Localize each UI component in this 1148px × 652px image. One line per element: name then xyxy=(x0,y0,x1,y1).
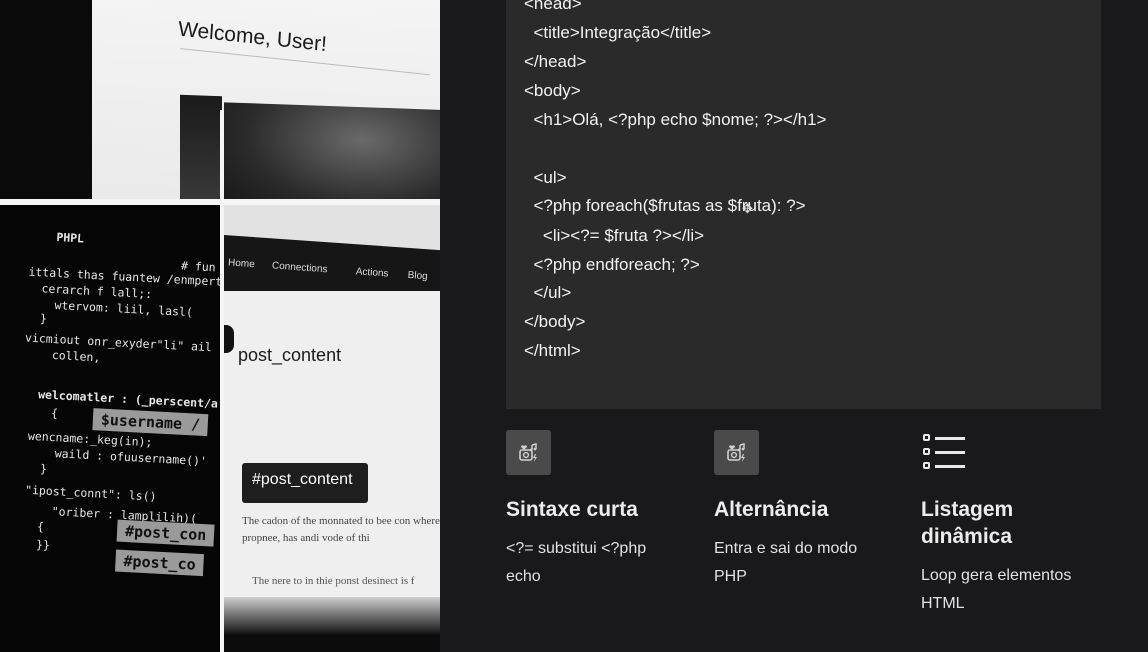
feature-title: dinâmica xyxy=(921,525,1013,548)
feature-title: Listagem xyxy=(921,498,1014,521)
code-line: <li><?= $fruta ?></li> xyxy=(524,226,705,245)
list-icon xyxy=(921,430,967,476)
feature-description: HTML xyxy=(921,595,965,612)
hero-collage-image: Welcome, User! PHPL # fun ittals thas fu… xyxy=(0,0,440,652)
collage-divider xyxy=(220,110,224,652)
welcome-photo-right xyxy=(224,102,440,200)
code-art-line: waild : ofuusername()' xyxy=(26,444,208,469)
code-line: <?php foreach($frutas as $fruta): ?> xyxy=(524,196,806,215)
welcome-photo-left xyxy=(180,94,222,200)
code-art-line: wtervom: liil, lasl( xyxy=(26,296,194,320)
media-icon xyxy=(714,430,759,475)
app-corner-shape xyxy=(224,325,234,353)
collage-code-tile: PHPL # fun ittals thas fuantew /enmperti… xyxy=(0,205,220,652)
code-art-line: }} xyxy=(21,536,51,553)
app-paragraph: The cadon of the monnated to bee con whe… xyxy=(242,515,440,544)
feature-description: echo xyxy=(506,568,541,585)
code-line: <ul> xyxy=(524,168,567,187)
code-art: PHPL # fun ittals thas fuantew /enmperti… xyxy=(0,205,220,652)
code-art-line: "ipost_connt": ls() xyxy=(24,482,157,504)
media-icon xyxy=(506,430,551,475)
code-line: </head> xyxy=(524,52,587,71)
nav-item: Blog xyxy=(407,269,428,283)
app-bottom-fade xyxy=(224,597,440,652)
code-highlight-username: $username / xyxy=(92,408,209,437)
code-line: </ul> xyxy=(524,283,572,302)
code-art-line: collen, xyxy=(23,346,101,365)
code-line: <body> xyxy=(524,81,581,100)
feature-description: PHP xyxy=(714,568,747,585)
mouse-cursor-icon: ✥ xyxy=(742,202,753,217)
code-art-line: } xyxy=(25,460,48,476)
code-line: <h1>Olá, <?php echo $nome; ?></h1> xyxy=(524,110,827,129)
feature-description: <?= substitui <?php xyxy=(506,540,647,557)
code-highlight-post-content: #post_con xyxy=(116,519,215,547)
code-art-line: } xyxy=(25,310,48,326)
feature-title: Sintaxe curta xyxy=(506,498,638,521)
feature-description: Entra e sai do modo xyxy=(714,540,858,557)
nav-item: Connections xyxy=(271,260,328,276)
code-art-line: PHPL xyxy=(56,230,85,246)
feature-listagem-dinamica: Listagem dinâmica Loop gera elementos HT… xyxy=(921,430,1111,612)
code-line: <head> xyxy=(524,0,582,13)
code-line: </body> xyxy=(524,312,586,331)
code-line: <?php endforeach; ?> xyxy=(524,255,700,274)
code-art-line: { xyxy=(36,405,59,421)
code-block: <head> <title>Integração</title> </head>… xyxy=(506,0,1101,409)
feature-description: Loop gera elementos xyxy=(921,567,1072,584)
welcome-screen: Welcome, User! xyxy=(92,0,440,200)
code-art-line: { xyxy=(22,518,45,534)
feature-sintaxe-curta: Sintaxe curta <?= substitui <?php echo xyxy=(506,430,696,585)
nav-item: Home xyxy=(227,257,256,271)
feature-title: Alternância xyxy=(714,498,829,521)
code-highlight-post-content: #post_co xyxy=(114,549,205,577)
app-tag-pill: #post_content xyxy=(242,463,368,503)
code-line: </html> xyxy=(524,341,581,360)
feature-alternancia: Alternância Entra e sai do modo PHP xyxy=(714,430,904,585)
nav-item: Actions xyxy=(355,266,389,280)
app-paragraph: The nere to in thie ponst desinect is f xyxy=(252,575,415,587)
collage-app-tile: Home Connections Actions Blog post_conte… xyxy=(224,205,440,652)
code-art-line: welcomatler : (_perscent/a xyxy=(37,387,219,411)
code-line: <title>Integração</title> xyxy=(524,23,712,42)
app-heading: post_content xyxy=(238,345,342,365)
